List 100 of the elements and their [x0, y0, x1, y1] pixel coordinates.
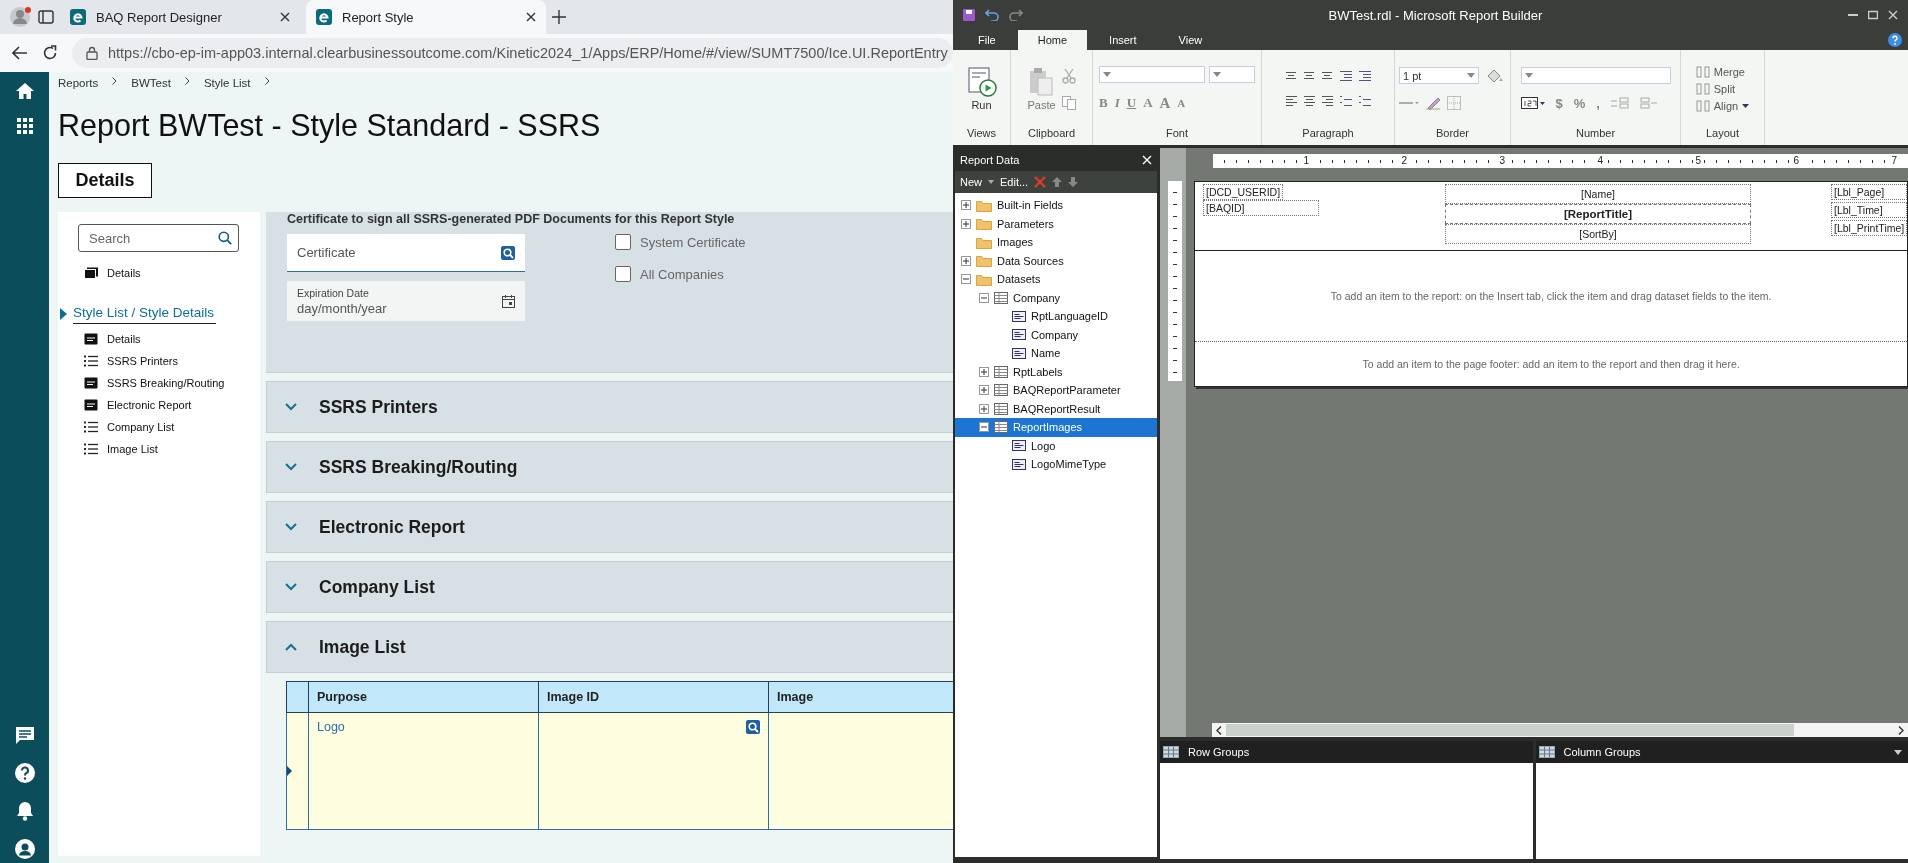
ruler-number: 2: [1399, 155, 1409, 166]
textbox[interactable]: [Name]: [1445, 184, 1751, 204]
textbox[interactable]: [SortBy]: [1445, 224, 1751, 244]
window-title: BWTest.rdl - Microsoft Report Builder: [1327, 7, 1544, 23]
address-bar[interactable]: https://cbo-ep-im-app03.internal.clearbusinessoutcome.com/Kinetic2024_1/Apps/ERP/Home/#/view/SUMT7500/Ice.UI.ReportEntry: [72, 38, 953, 68]
collapse-icon[interactable]: [979, 292, 989, 303]
edit-button[interactable]: Edit...: [1000, 176, 1029, 188]
grid-icon: [1538, 746, 1555, 758]
tree-item[interactable]: RptLanguageID: [955, 307, 1157, 326]
textbox[interactable]: [BAQID]: [1203, 200, 1319, 216]
align-right-icon: [1321, 94, 1333, 108]
tree-item[interactable]: Datasets: [955, 270, 1157, 289]
column-header[interactable]: Image: [768, 681, 953, 713]
align-left-icon: [1285, 94, 1297, 108]
ribbon-tab[interactable]: Home: [1017, 30, 1088, 50]
panel-title: Report Data: [960, 153, 1020, 166]
expand-icon[interactable]: [961, 255, 971, 266]
toggle-sign: [981, 405, 987, 412]
section-header[interactable]: SSRS Printers: [266, 381, 953, 433]
nav-item[interactable]: SSRS Breaking/Routing: [58, 372, 260, 394]
checkbox[interactable]: [615, 266, 631, 282]
textbox[interactable]: [Lbl_PrintTime]: [1831, 220, 1908, 236]
search-field[interactable]: Search: [78, 224, 239, 252]
nav-section-title[interactable]: Style List / Style Details: [73, 304, 217, 324]
ribbon-tab[interactable]: Insert: [1089, 30, 1157, 50]
new-menu[interactable]: New: [960, 176, 982, 188]
ruler-number: 3: [1497, 155, 1507, 166]
expand-icon[interactable]: [979, 366, 989, 377]
tree-item[interactable]: BAQReportParameter: [955, 381, 1157, 400]
chevron-down-icon: [285, 583, 297, 591]
tree-item[interactable]: Parameters: [955, 214, 1157, 233]
move-down-icon: [1068, 177, 1079, 187]
horizontal-scrollbar[interactable]: [1212, 723, 1908, 737]
tree-item[interactable]: Logo: [955, 436, 1157, 455]
textbox[interactable]: [Lbl_Time]: [1831, 202, 1908, 218]
decrease-decimal-icon: [1610, 97, 1629, 109]
breadcrumb-link[interactable]: BWTest: [131, 77, 171, 89]
tree-item[interactable]: Name: [955, 344, 1157, 363]
tree-item[interactable]: Data Sources: [955, 251, 1157, 270]
tree-item[interactable]: BAQReportResult: [955, 399, 1157, 418]
tree-item[interactable]: Built-in Fields: [955, 196, 1157, 215]
expand-icon[interactable]: [961, 200, 971, 211]
ruler-number: 5: [1693, 155, 1703, 166]
tree-item[interactable]: Company: [955, 288, 1157, 307]
section-header[interactable]: Electronic Report: [266, 501, 953, 553]
scroll-right-icon: [1898, 725, 1904, 735]
tree-item[interactable]: Images: [955, 233, 1157, 252]
copy-icon: [1061, 95, 1076, 110]
expand-icon[interactable]: [961, 218, 971, 229]
column-header[interactable]: Image ID: [538, 681, 769, 713]
layout-button[interactable]: Align: [1695, 98, 1750, 113]
breadcrumb-link[interactable]: Reports: [58, 77, 99, 89]
expand-icon[interactable]: [979, 385, 989, 396]
ribbon-tab[interactable]: View: [1158, 30, 1223, 50]
section-header[interactable]: SSRS Breaking/Routing: [266, 441, 953, 493]
nav-item[interactable]: Details: [58, 328, 260, 350]
browser-tab[interactable]: BAQ Report Designer: [60, 0, 300, 34]
tree-item[interactable]: RptLabels: [955, 362, 1157, 381]
ruler-number: 4: [1595, 155, 1605, 166]
pane-title: Column Groups: [1563, 746, 1642, 758]
toggle-sign: [963, 276, 969, 283]
expand-icon[interactable]: [979, 403, 989, 414]
toggle-sign: [981, 294, 987, 301]
nav-item[interactable]: Details: [58, 262, 260, 284]
toggle-sign: [981, 387, 987, 394]
layout-button[interactable]: Merge: [1695, 64, 1745, 79]
layout-button[interactable]: Split: [1695, 81, 1736, 96]
align-top-icon: [1285, 71, 1297, 81]
textbox[interactable]: [DCD_USERID]: [1203, 184, 1284, 200]
merge-icon: [1695, 64, 1710, 79]
breadcrumb-link[interactable]: Style List: [203, 77, 251, 89]
ribbon-tab[interactable]: File: [958, 30, 1016, 50]
row-selector[interactable]: [286, 712, 309, 830]
textbox[interactable]: [ReportTitle]: [1445, 204, 1751, 224]
column-header[interactable]: Purpose: [308, 681, 539, 713]
nav-item[interactable]: Company List: [58, 416, 260, 438]
folder-icon: [976, 217, 992, 231]
toggle-sign: [963, 257, 969, 264]
nav-item[interactable]: Electronic Report: [58, 394, 260, 416]
browser-tab[interactable]: Report Style: [306, 0, 546, 34]
details-button[interactable]: Details: [58, 163, 152, 198]
chevron-down-icon: [285, 523, 297, 531]
collapse-icon[interactable]: [961, 274, 971, 285]
paste-button[interactable]: Paste: [1027, 66, 1056, 111]
nav-item[interactable]: Image List: [58, 438, 260, 460]
tree-item[interactable]: ReportImages: [955, 418, 1157, 437]
checkbox[interactable]: [615, 234, 631, 250]
certificate-field[interactable]: Certificate: [287, 234, 525, 272]
nav-item[interactable]: SSRS Printers: [58, 350, 260, 372]
section-header[interactable]: Image List: [266, 621, 953, 673]
collapse-icon[interactable]: [979, 422, 989, 433]
date-field[interactable]: Expiration Date day/month/year: [287, 281, 525, 321]
increase-decimal-icon: [1639, 97, 1658, 109]
tree-item[interactable]: Company: [955, 325, 1157, 344]
tree-item[interactable]: LogoMimeType: [955, 455, 1157, 474]
section-header[interactable]: Company List: [266, 561, 953, 613]
toggle-sign: [963, 220, 969, 227]
run-button[interactable]: Run: [966, 66, 997, 111]
line-width-dropdown[interactable]: 1 pt: [1399, 67, 1479, 84]
textbox[interactable]: [Lbl_Page]: [1831, 184, 1908, 200]
